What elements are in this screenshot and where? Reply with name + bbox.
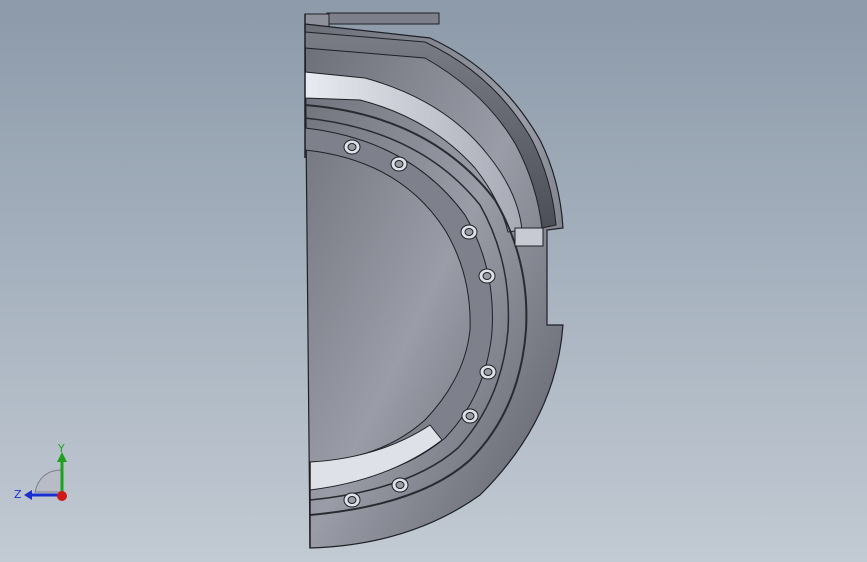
orientation-triad[interactable]: Y Z	[10, 440, 80, 510]
triad-plane-icon	[34, 469, 63, 493]
z-axis-head	[24, 490, 32, 500]
bolt-hole[interactable]	[461, 408, 479, 424]
bolt-hole[interactable]	[390, 156, 408, 172]
cad-viewport[interactable]	[0, 0, 867, 562]
bolt-hole[interactable]	[343, 492, 361, 508]
part-model[interactable]	[304, 12, 564, 549]
bolt-hole[interactable]	[479, 364, 497, 380]
bolt-hole[interactable]	[343, 139, 361, 155]
bolt-hole[interactable]	[478, 268, 496, 284]
z-axis-label: Z	[14, 488, 22, 501]
bolt-hole[interactable]	[391, 477, 409, 493]
bolt-hole[interactable]	[460, 224, 478, 240]
top-bracket[interactable]	[326, 12, 440, 25]
side-notch[interactable]	[514, 227, 544, 247]
y-axis-label: Y	[57, 442, 65, 455]
x-axis-dot	[57, 491, 67, 501]
